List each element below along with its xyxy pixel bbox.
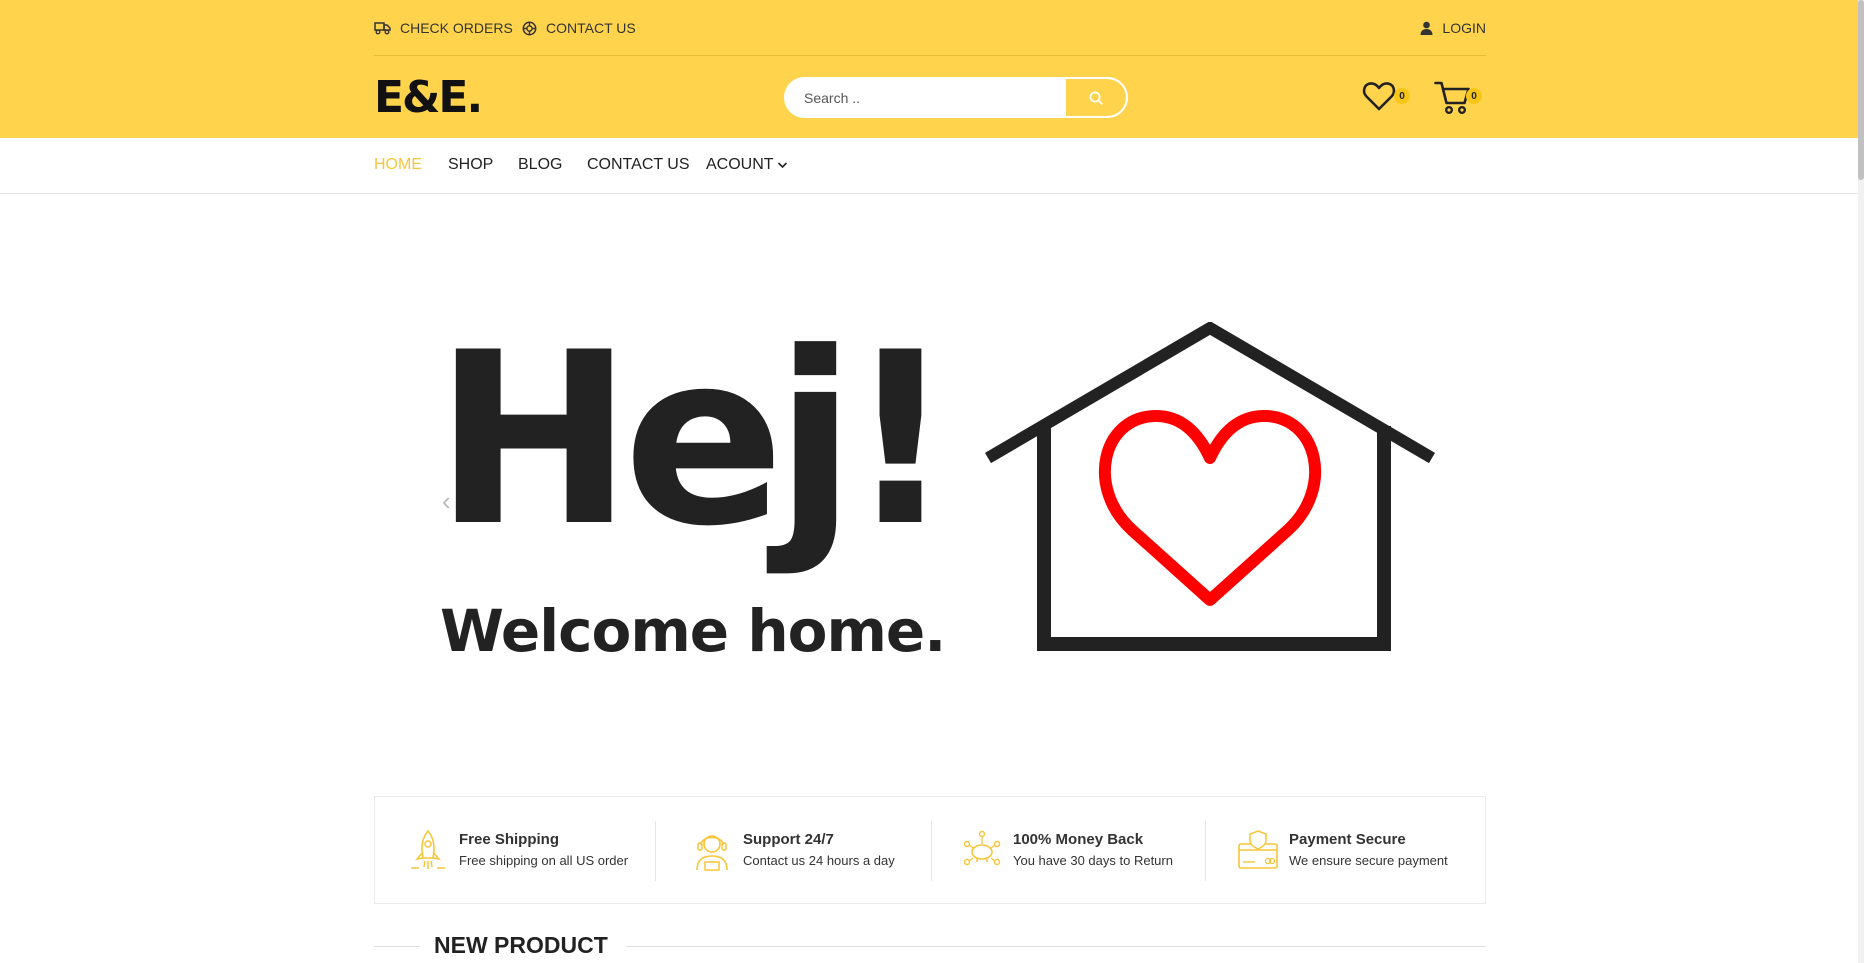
hero-slider: Hej! Welcome home. ‹ <box>374 194 1486 774</box>
feature-title: Support 24/7 <box>743 831 834 848</box>
piggy-bank-icon <box>963 830 1001 866</box>
feature-desc: Free shipping on all US order <box>459 853 629 868</box>
truck-icon <box>374 22 391 35</box>
section-divider <box>374 946 420 947</box>
feature-title: Free Shipping <box>459 831 560 848</box>
new-product-section: NEW PRODUCT <box>374 928 1486 963</box>
main-nav: HOME SHOP BLOG CONTACT US ACOUNT <box>0 138 1864 194</box>
feature-free-shipping: Free Shipping Free shipping on all US or… <box>407 819 628 881</box>
page-scrollbar[interactable] <box>1858 0 1864 963</box>
scrollbar-thumb[interactable] <box>1858 0 1864 180</box>
nav-item-shop[interactable]: SHOP <box>448 156 493 174</box>
feature-title: Payment Secure <box>1289 831 1406 848</box>
feature-money-back: 100% Money Back You have 30 days to Retu… <box>961 819 1173 881</box>
search-button[interactable] <box>1066 79 1126 116</box>
feature-support: Support 24/7 Contact us 24 hours a day <box>691 819 895 881</box>
feature-desc: Contact us 24 hours a day <box>743 853 895 868</box>
chevron-down-icon <box>777 162 787 169</box>
utility-bar: CHECK ORDERS CONTACT US LOGIN <box>374 0 1486 56</box>
lifebuoy-icon <box>522 21 537 35</box>
nav-item-contact-us[interactable]: CONTACT US <box>587 156 690 174</box>
user-icon <box>1420 21 1433 35</box>
feature-money-back-text: 100% Money Back You have 30 days to Retu… <box>1013 829 1173 871</box>
section-title: NEW PRODUCT <box>434 932 608 958</box>
features-strip: Free Shipping Free shipping on all US or… <box>374 796 1486 904</box>
cart-count-badge: 0 <box>1466 88 1482 104</box>
check-orders-label: CHECK ORDERS <box>400 20 513 36</box>
check-orders-link[interactable]: CHECK ORDERS <box>374 18 513 38</box>
site-logo[interactable]: E&E. <box>374 72 483 124</box>
feature-support-text: Support 24/7 Contact us 24 hours a day <box>743 829 895 871</box>
section-divider <box>626 946 1486 947</box>
feature-divider <box>655 821 656 881</box>
feature-payment-secure: Payment Secure We ensure secure payment <box>1237 819 1448 881</box>
heart-icon <box>1362 82 1396 111</box>
secure-card-icon <box>1238 830 1278 869</box>
house-heart-icon <box>984 322 1436 651</box>
support-agent-icon <box>696 835 728 871</box>
nav-item-account[interactable]: ACOUNT <box>706 156 788 174</box>
search-input[interactable] <box>786 79 1066 116</box>
feature-payment-secure-text: Payment Secure We ensure secure payment <box>1289 829 1448 871</box>
nav-item-account-label: ACOUNT <box>706 156 774 173</box>
nav-item-blog[interactable]: BLOG <box>518 156 562 174</box>
login-label: LOGIN <box>1442 20 1486 36</box>
rocket-icon <box>411 829 445 869</box>
contact-us-top-label: CONTACT US <box>546 20 636 36</box>
nav-item-home[interactable]: HOME <box>374 156 422 174</box>
cart-button[interactable]: 0 <box>1434 80 1482 116</box>
wishlist-count-badge: 0 <box>1394 88 1410 104</box>
feature-desc: You have 30 days to Return <box>1013 853 1173 868</box>
hero-subheadline: Welcome home. <box>440 597 946 665</box>
slider-prev-arrow[interactable]: ‹ <box>442 486 451 517</box>
feature-desc: We ensure secure payment <box>1289 853 1448 868</box>
feature-free-shipping-text: Free Shipping Free shipping on all US or… <box>459 829 628 871</box>
wishlist-button[interactable]: 0 <box>1362 80 1410 116</box>
feature-divider <box>931 821 932 881</box>
contact-us-top-link[interactable]: CONTACT US <box>522 18 636 38</box>
search-form <box>784 77 1128 118</box>
login-link[interactable]: LOGIN <box>1420 18 1486 38</box>
feature-divider <box>1205 821 1206 881</box>
hero-headline: Hej! <box>434 302 955 579</box>
top-header: CHECK ORDERS CONTACT US LOGIN E&E. Searc… <box>0 0 1864 138</box>
feature-title: 100% Money Back <box>1013 831 1144 848</box>
search-icon <box>1089 91 1103 105</box>
